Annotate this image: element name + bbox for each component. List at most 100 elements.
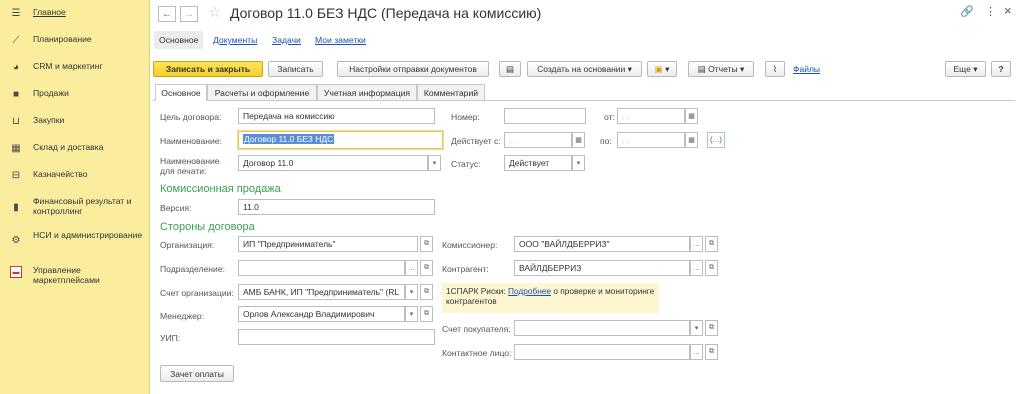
print-name-field[interactable]: Договор 11.0: [238, 155, 428, 171]
parties-group-title: Стороны договора: [160, 221, 255, 233]
valid-from-calendar-button[interactable]: ▦: [572, 132, 585, 148]
account-label: Счет организации:: [160, 288, 234, 298]
calendar-icon: ▦: [688, 113, 695, 120]
commission-group-title: Комиссионная продажа: [160, 183, 281, 195]
files-link[interactable]: Файлы: [793, 64, 820, 74]
open-icon: ⧉: [424, 310, 429, 317]
chevron-down-icon: ▾: [973, 63, 978, 74]
print-button[interactable]: ▣ ▾: [647, 61, 677, 77]
contact-open-button[interactable]: ⧉: [705, 344, 718, 360]
print-name-label: Наименование для печати:: [160, 156, 220, 176]
period-button[interactable]: (…): [707, 132, 725, 148]
tab-comment[interactable]: Комментарий: [417, 84, 485, 101]
organization-open-button[interactable]: ⧉: [420, 236, 433, 252]
spark-risk-note: 1СПАРК Риски: Подробнее о проверке и мон…: [442, 283, 659, 313]
chevron-down-icon: ▾: [627, 63, 632, 74]
manager-dropdown[interactable]: ▾: [405, 306, 418, 322]
manager-field[interactable]: Орлов Александр Владимирович: [238, 306, 405, 322]
reports-label: Отчеты: [708, 64, 738, 74]
to-calendar-button[interactable]: ▦: [685, 132, 698, 148]
gear-icon: ⚙: [11, 234, 21, 246]
commissioner-label: Комиссионер:: [442, 240, 498, 250]
create-based-label: Создать на основании: [537, 64, 626, 74]
document-button[interactable]: ▤: [499, 61, 521, 77]
valid-from-label: Действует с:: [451, 136, 501, 146]
division-field[interactable]: [238, 260, 405, 276]
status-field[interactable]: Действует: [504, 155, 572, 171]
save-close-button[interactable]: Записать и закрыть: [153, 61, 263, 77]
save-button[interactable]: Записать: [268, 61, 323, 77]
favorite-star-icon[interactable]: ☆: [208, 3, 221, 21]
open-icon: ⧉: [709, 240, 714, 247]
link-icon[interactable]: 🔗: [960, 5, 974, 18]
account-field[interactable]: АМБ БАНК, ИП "Предприниматель" (RL: [238, 284, 405, 300]
section-documents[interactable]: Документы: [213, 35, 257, 45]
contact-select-button[interactable]: …: [690, 344, 703, 360]
period-icon: (…): [710, 136, 722, 144]
contractor-field[interactable]: ВАЙЛДБЕРРИЗ: [514, 260, 690, 276]
tab-main[interactable]: Основное: [155, 84, 207, 101]
account-open-button[interactable]: ⧉: [420, 284, 433, 300]
organization-field[interactable]: ИП "Предприниматель": [238, 236, 418, 252]
section-tasks[interactable]: Задачи: [272, 35, 301, 45]
forward-button[interactable]: →: [180, 6, 198, 22]
number-label: Номер:: [451, 112, 480, 122]
commissioner-field[interactable]: ООО "ВАЙЛДБЕРРИЗ": [514, 236, 690, 252]
commissioner-select-button[interactable]: …: [690, 236, 703, 252]
chart-icon: ⟋: [12, 34, 20, 46]
buyer-account-dropdown[interactable]: ▾: [690, 320, 703, 336]
open-icon: ⧉: [424, 240, 429, 247]
section-main[interactable]: Основное: [154, 31, 204, 49]
commissioner-open-button[interactable]: ⧉: [705, 236, 718, 252]
from-calendar-button[interactable]: ▦: [685, 108, 698, 124]
send-settings-button[interactable]: Настройки отправки документов: [337, 61, 489, 77]
buyer-account-field[interactable]: [514, 320, 690, 336]
account-dropdown[interactable]: ▾: [405, 284, 418, 300]
ellipsis-icon: …: [408, 264, 415, 272]
back-button[interactable]: ←: [158, 6, 176, 22]
contractor-select-button[interactable]: …: [690, 260, 703, 276]
division-select-button[interactable]: …: [405, 260, 418, 276]
pay-offset-button[interactable]: Зачет оплаты: [160, 365, 234, 382]
status-dropdown[interactable]: ▾: [572, 155, 585, 171]
reports-button[interactable]: ▤ Отчеты ▾: [688, 61, 754, 77]
sidebar-item-label: Планирование: [33, 34, 92, 44]
pie-icon: ◕: [12, 61, 20, 73]
create-based-button[interactable]: Создать на основании ▾: [527, 61, 642, 77]
chevron-down-icon: ▾: [739, 63, 745, 74]
uip-field[interactable]: [238, 329, 435, 345]
contractor-open-button[interactable]: ⧉: [705, 260, 718, 276]
more-icon[interactable]: ⋮: [985, 5, 996, 18]
sidebar-item-label: НСИ и администрирование: [33, 230, 143, 240]
spark-details-link[interactable]: Подробнее: [508, 286, 551, 296]
chevron-down-icon: ▾: [409, 289, 414, 296]
more-button[interactable]: Еще ▾: [945, 61, 986, 77]
document-icon: ▤: [505, 63, 515, 74]
contact-field[interactable]: [514, 344, 690, 360]
attach-button[interactable]: ⌇: [765, 61, 785, 77]
manager-open-button[interactable]: ⧉: [420, 306, 433, 322]
version-field[interactable]: 11.0: [238, 199, 435, 215]
from-date-field[interactable]: . .: [617, 108, 685, 124]
name-field[interactable]: Договор 11.0 БЕЗ НДС: [238, 131, 443, 149]
status-label: Статус:: [451, 159, 481, 169]
chevron-down-icon: ▾: [694, 325, 699, 332]
tab-accounting[interactable]: Учетная информация: [317, 84, 417, 101]
open-icon: ⧉: [709, 324, 714, 331]
name-label: Наименование:: [160, 136, 222, 146]
tab-payments[interactable]: Расчеты и оформление: [207, 84, 317, 101]
close-icon[interactable]: ×: [1004, 3, 1012, 18]
print-name-dropdown[interactable]: ▾: [428, 155, 441, 171]
open-icon: ⧉: [424, 264, 429, 271]
open-icon: ⧉: [709, 264, 714, 271]
help-button[interactable]: ?: [991, 61, 1011, 77]
purpose-field[interactable]: Передача на комиссию: [238, 108, 435, 124]
to-date-field[interactable]: . .: [617, 132, 685, 148]
valid-from-field[interactable]: . .: [504, 132, 572, 148]
section-notes[interactable]: Мои заметки: [315, 35, 366, 45]
sidebar-item-label: CRM и маркетинг: [33, 61, 103, 71]
buyer-account-open-button[interactable]: ⧉: [705, 320, 718, 336]
chevron-down-icon: ▾: [576, 160, 581, 167]
division-open-button[interactable]: ⧉: [420, 260, 433, 276]
number-field[interactable]: [504, 108, 586, 124]
